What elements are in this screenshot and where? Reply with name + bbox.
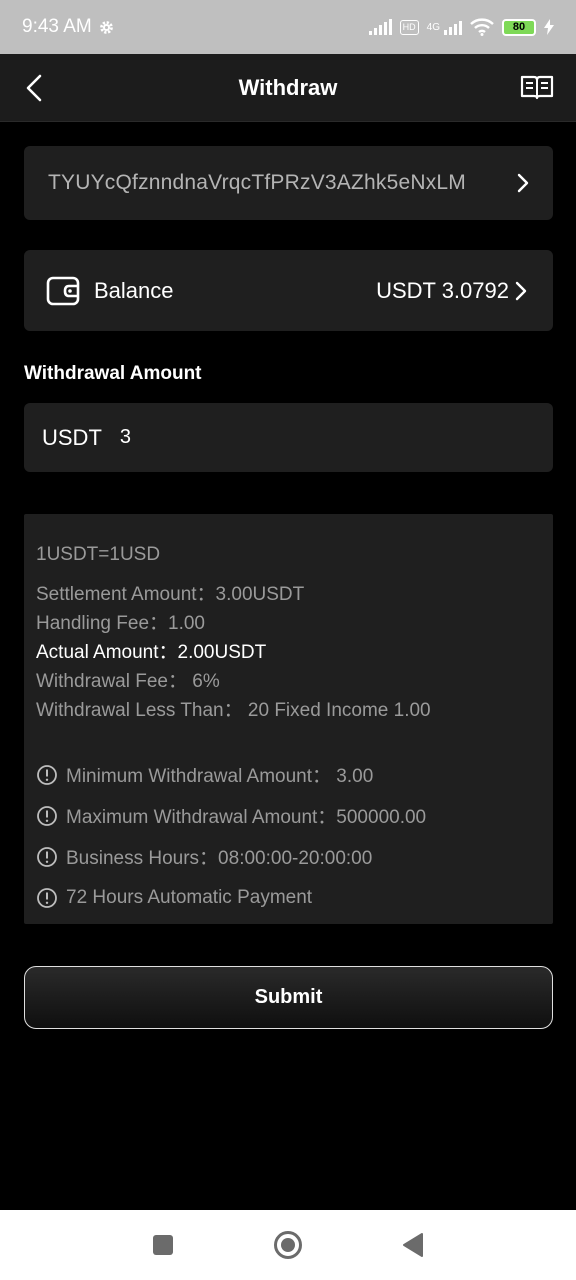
- amount-unit: USDT: [42, 424, 102, 450]
- settings-gear-icon: [99, 20, 113, 34]
- status-bar: 9:43 AM HD 4G 80: [0, 0, 576, 54]
- withdrawal-fee: Withdrawal Fee： 6%: [36, 671, 220, 692]
- wifi-icon: [470, 18, 494, 36]
- note-text: Maximum Withdrawal Amount：500000.00: [66, 807, 427, 828]
- withdrawal-less-than: Withdrawal Less Than： 20 Fixed Income 1.…: [36, 700, 431, 721]
- status-left: 9:43 AM: [22, 16, 115, 38]
- volte-badge: HD: [399, 19, 419, 35]
- balance-label-group: Balance: [46, 275, 174, 307]
- actual-amount: Actual Amount：2.00USDT: [36, 642, 267, 663]
- back-arrow-icon: [26, 74, 42, 102]
- note-text: 72 Hours Automatic Payment: [66, 886, 313, 908]
- nav-circle-icon[interactable]: [273, 1230, 303, 1260]
- page-title: Withdraw: [238, 74, 338, 100]
- exchange-rate: 1USDT=1USD: [36, 544, 161, 565]
- withdrawal-info-panel: 1USDT=1USD Settlement Amount：3.00USDT Ha…: [24, 514, 553, 924]
- info-circle-icon: [37, 805, 57, 826]
- signal-icon: [444, 19, 462, 35]
- info-circle-icon: [37, 887, 57, 908]
- guide-book-icon: [520, 75, 554, 100]
- system-nav-bar: [0, 1210, 576, 1280]
- handling-fee: Handling Fee：1.00: [36, 613, 205, 634]
- amount-field-container: USDT: [24, 403, 553, 472]
- wallet-icon: [46, 276, 80, 305]
- balance-value: USDT 3.0792: [376, 277, 509, 303]
- withdrawal-amount-label: Withdrawal Amount: [24, 363, 202, 384]
- note-text: Minimum Withdrawal Amount： 3.00: [66, 766, 374, 787]
- app-header: Withdraw: [0, 54, 576, 122]
- withdraw-screen: 9:43 AM HD 4G 80 Withdraw TYUYcQfznndnaV…: [0, 0, 576, 1280]
- amount-input[interactable]: [119, 426, 500, 449]
- nav-triangle-icon[interactable]: [401, 1232, 425, 1258]
- battery-icon: 80: [502, 18, 536, 36]
- address-selector[interactable]: TYUYcQfznndnaVrqcTfPRzV3AZhk5eNxLM: [24, 146, 553, 220]
- info-circle-icon: [37, 764, 57, 785]
- note-business-hours: Business Hours：08:00:00-20:00:00: [36, 836, 541, 877]
- signal-icon: [368, 19, 392, 35]
- charging-bolt-icon: [544, 19, 554, 35]
- settlement-amount: Settlement Amount：3.00USDT: [36, 584, 305, 605]
- wallet-address: TYUYcQfznndnaVrqcTfPRzV3AZhk5eNxLM: [48, 171, 467, 194]
- network-type: 4G: [426, 21, 440, 33]
- chevron-right-icon: [517, 173, 529, 193]
- note-automatic-payment: 72 Hours Automatic Payment: [36, 877, 541, 918]
- note-text: Business Hours：08:00:00-20:00:00: [66, 848, 373, 869]
- balance-label: Balance: [94, 277, 174, 303]
- nav-square-icon[interactable]: [151, 1233, 175, 1257]
- back-button[interactable]: [24, 72, 56, 104]
- withdrawal-notes: Minimum Withdrawal Amount： 3.00 Maximum …: [36, 754, 541, 918]
- status-right: HD 4G 80: [368, 18, 554, 36]
- chevron-right-icon: [515, 281, 527, 300]
- status-time: 9:43 AM: [22, 16, 92, 37]
- balance-value-group: USDT 3.0792: [376, 278, 527, 304]
- info-circle-icon: [37, 846, 57, 867]
- note-maximum: Maximum Withdrawal Amount：500000.00: [36, 795, 541, 836]
- balance-row[interactable]: Balance USDT 3.0792: [24, 250, 553, 331]
- note-minimum: Minimum Withdrawal Amount： 3.00: [36, 754, 541, 795]
- guide-button[interactable]: [520, 74, 554, 102]
- submit-button[interactable]: Submit: [24, 966, 553, 1029]
